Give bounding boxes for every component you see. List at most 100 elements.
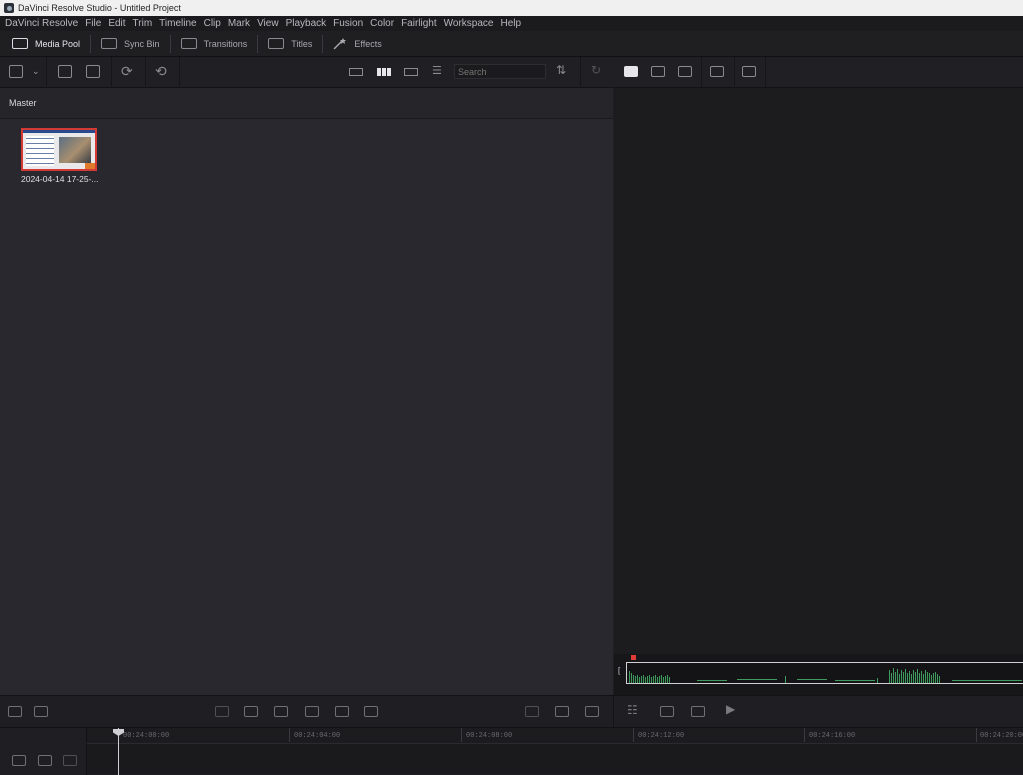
toolbar-divider	[257, 34, 259, 53]
place-on-top-icon[interactable]	[335, 706, 349, 717]
close-up-icon[interactable]	[305, 706, 319, 717]
timeline-ruler[interactable]: 00:24:00:00 00:24:04:00 00:24:08:00 00:2…	[87, 728, 1023, 744]
audio-link-icon[interactable]	[34, 706, 48, 717]
bin-header: Master	[0, 88, 613, 119]
timeline-playhead[interactable]	[118, 728, 119, 775]
timecode-label: 00:24:08:00	[466, 732, 513, 740]
link-clips-icon[interactable]: ⟳	[121, 63, 133, 80]
davinci-resolve-app-icon	[4, 3, 14, 13]
grid-view-icon[interactable]	[710, 66, 724, 77]
effects-toggle[interactable]: Effects	[333, 38, 382, 50]
waveform-bracket-icon: [	[618, 666, 621, 675]
media-pool-toolbar: ⌄ ⟳ ⟲ ☰ ⇅ ↻	[0, 57, 613, 88]
ruler-tick	[804, 728, 805, 742]
thumbnail-header-band	[23, 130, 95, 133]
mixer-sliders-icon[interactable]: ☷	[627, 703, 638, 717]
audio-meter-icon[interactable]	[585, 706, 599, 717]
toolbar-divider	[322, 34, 324, 53]
refresh-icon[interactable]: ↻	[591, 63, 601, 77]
toolbar-divider	[169, 34, 171, 53]
menu-playback[interactable]: Playback	[286, 18, 327, 29]
viewer-panel: [	[614, 57, 1023, 695]
waveform-track[interactable]	[626, 662, 1023, 684]
menu-file[interactable]: File	[85, 18, 101, 29]
unlink-clips-icon[interactable]: ⟲	[155, 63, 167, 80]
import-media-icon[interactable]	[58, 65, 72, 78]
sync-bin-label: Sync Bin	[124, 38, 160, 49]
clip-thumbnail-image[interactable]	[21, 128, 97, 171]
toolbar-divider	[580, 57, 581, 88]
toolbar-divider	[90, 34, 92, 53]
track-options-icon[interactable]	[12, 755, 26, 766]
timeline-controls	[0, 728, 87, 775]
timeline-view-icon[interactable]	[525, 706, 539, 717]
append-to-end-icon[interactable]	[244, 706, 258, 717]
mark-in-icon[interactable]	[660, 706, 674, 717]
menu-mark[interactable]: Mark	[228, 18, 250, 29]
menu-fairlight[interactable]: Fairlight	[401, 18, 437, 29]
toolbar-divider	[765, 57, 766, 88]
menu-timeline[interactable]: Timeline	[159, 18, 196, 29]
clip-name[interactable]: 2024-04-14 17-25-...	[21, 174, 99, 184]
menu-workspace[interactable]: Workspace	[444, 18, 494, 29]
toolbar-divider	[701, 57, 702, 88]
toolbar-divider	[734, 57, 735, 88]
viewer-mode-icon[interactable]	[651, 66, 665, 77]
track-sliders-icon[interactable]	[38, 755, 52, 766]
transitions-toggle[interactable]: Transitions	[180, 38, 247, 49]
bin-name: Master	[9, 98, 37, 108]
sync-bin-toggle[interactable]: Sync Bin	[101, 38, 160, 49]
media-pool-toggle[interactable]: Media Pool	[12, 38, 80, 49]
toolbar-divider	[111, 57, 112, 88]
menu-fusion[interactable]: Fusion	[333, 18, 363, 29]
viewer-toolbar	[614, 57, 1023, 88]
filmstrip-mode-icon[interactable]	[678, 66, 692, 77]
chevron-down-icon[interactable]: ⌄	[32, 66, 40, 77]
menu-trim[interactable]: Trim	[133, 18, 153, 29]
metadata-view-icon[interactable]	[349, 68, 363, 76]
viewer-image-icon[interactable]	[555, 706, 569, 717]
smart-insert-icon[interactable]	[215, 706, 229, 717]
sort-icon[interactable]: ⇅	[556, 63, 566, 77]
menu-bar: DaVinci Resolve File Edit Trim Timeline …	[0, 16, 1023, 31]
menu-view[interactable]: View	[257, 18, 279, 29]
sync-bin-icon	[101, 38, 118, 49]
toolbar-divider	[46, 57, 47, 88]
timecode-label: 00:24:00:00	[123, 732, 170, 740]
thumbnail-corner-accent	[85, 163, 95, 169]
unlock-icon[interactable]	[8, 706, 22, 717]
transitions-icon	[180, 38, 197, 49]
titles-label: Titles	[291, 38, 313, 49]
menu-help[interactable]: Help	[500, 18, 521, 29]
media-pool-panel: ⌄ ⟳ ⟲ ☰ ⇅ ↻ Master 2024-04-14 17-25-...	[0, 57, 613, 695]
thumbnail-document-text	[26, 136, 54, 166]
track-link-icon[interactable]	[63, 755, 77, 766]
new-bin-icon[interactable]	[86, 65, 100, 78]
sidebar-toggle-icon[interactable]	[9, 65, 23, 78]
media-clip-thumbnail[interactable]: 2024-04-14 17-25-...	[21, 128, 99, 184]
waveform-graphic	[629, 668, 1022, 683]
media-pool-search-input[interactable]	[454, 64, 546, 79]
audio-waveform-strip[interactable]: [	[614, 654, 1023, 695]
ruler-tick	[633, 728, 634, 742]
source-overwrite-icon[interactable]	[364, 706, 378, 717]
media-pool-label: Media Pool	[35, 38, 81, 49]
toolbar-divider	[179, 57, 180, 88]
timecode-label: 00:24:16:00	[809, 732, 856, 740]
menu-clip[interactable]: Clip	[204, 18, 221, 29]
filmstrip-view-icon[interactable]	[404, 68, 418, 76]
thumbnail-view-icon[interactable]	[377, 68, 391, 76]
ripple-overwrite-icon[interactable]	[274, 706, 288, 717]
panel-toolbar: Media Pool Sync Bin Transitions Titles E…	[0, 31, 1023, 57]
image-view-icon[interactable]	[624, 66, 638, 77]
camera-icon[interactable]	[742, 66, 756, 77]
timecode-label: 00:24:20:00	[980, 732, 1023, 740]
mark-out-icon[interactable]	[691, 706, 705, 717]
list-view-icon[interactable]: ☰	[432, 64, 442, 77]
play-icon[interactable]: ▶	[726, 702, 735, 716]
waveform-playhead-marker[interactable]	[631, 655, 636, 660]
menu-color[interactable]: Color	[370, 18, 394, 29]
titles-toggle[interactable]: Titles	[268, 38, 312, 49]
menu-edit[interactable]: Edit	[108, 18, 125, 29]
menu-davinci-resolve[interactable]: DaVinci Resolve	[5, 18, 78, 29]
